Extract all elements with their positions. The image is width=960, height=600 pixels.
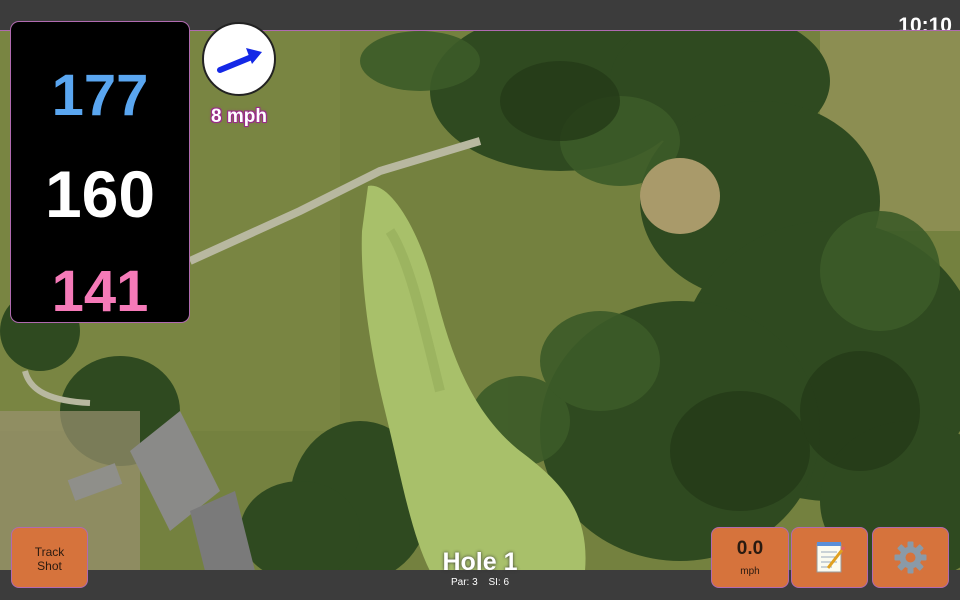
wind-speed: 8 mph	[211, 106, 267, 127]
wind-indicator	[202, 22, 276, 96]
speed-unit: mph	[740, 566, 760, 577]
notes-button[interactable]	[792, 528, 867, 587]
middle-yardage: 160	[44, 157, 156, 231]
hole-title: Hole 1	[442, 548, 518, 576]
wind-arrow-icon	[217, 48, 262, 73]
hole-meta: Par: 3 SI: 6	[380, 577, 580, 588]
speed-value: 0.0	[736, 538, 764, 559]
hole-par: Par: 3	[450, 577, 478, 588]
golf-gps-screen: 10:10 177 160 141 8 mph Track Shot Hole …	[0, 0, 960, 600]
track-shot-label-2: Shot	[37, 559, 62, 573]
hole-si: SI: 6	[488, 577, 510, 588]
track-shot-label-1: Track	[34, 545, 65, 559]
settings-button[interactable]	[873, 528, 948, 587]
back-yardage: 177	[51, 63, 149, 128]
yardage-panel: 177 160 141	[11, 22, 189, 324]
track-shot-button[interactable]: Track Shot	[12, 528, 87, 587]
gear-icon	[894, 541, 927, 574]
notepad-icon	[816, 542, 846, 573]
speed-button[interactable]: 0.0 mph	[712, 528, 788, 587]
front-yardage: 141	[51, 259, 149, 324]
